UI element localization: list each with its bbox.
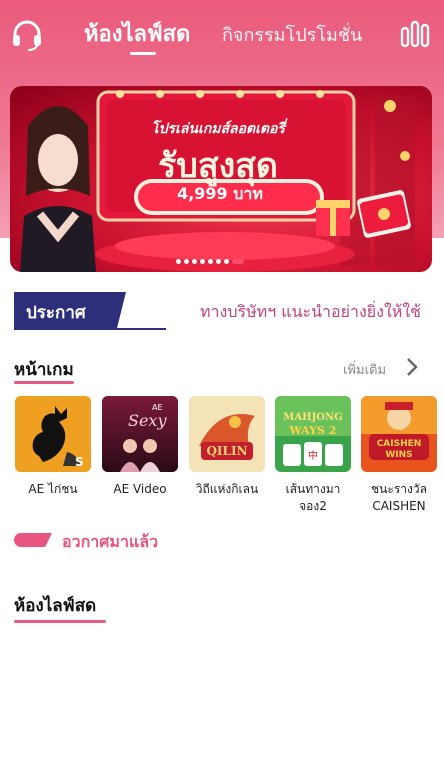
carousel-dots[interactable] xyxy=(176,259,244,267)
game-name: AE ไก่ชน xyxy=(28,482,78,496)
announcement-tag: ประกาศ xyxy=(14,292,126,328)
expired-section-title[interactable]: อวกาศมาแล้ว xyxy=(62,530,158,555)
svg-text:MAHJONG: MAHJONG xyxy=(283,412,342,423)
svg-text:中: 中 xyxy=(308,449,318,462)
game-name: AE Video xyxy=(113,482,167,496)
chevron-right-icon[interactable] xyxy=(404,356,420,378)
games-section-title: หน้าเกม xyxy=(14,360,74,380)
svg-text:WINS: WINS xyxy=(385,450,412,460)
banner-amount: 4,999 บาท xyxy=(177,184,263,203)
svg-text:CAISHEN: CAISHEN xyxy=(377,439,422,449)
banner-subtitle: โปรเล่นเกมส์ลอตเตอรี่ xyxy=(151,121,285,137)
games-title-underline xyxy=(14,381,74,384)
top-bar: ห้องไลฟ์สด กิจกรรมโปรโมชั่น xyxy=(0,0,444,68)
mahjong-ways2-icon[interactable]: MAHJONG WAYS 2 中 xyxy=(275,396,351,472)
rooster-icon[interactable]: S xyxy=(15,396,91,472)
svg-text:AE: AE xyxy=(152,403,163,412)
game-name: วิถีแห่งกิเลน xyxy=(195,482,259,496)
game-tile[interactable]: S AE ไก่ชน xyxy=(15,396,91,498)
announcement-marquee[interactable]: ทางบริษัทฯ แนะนำอย่างยิ่งให้ใช้ xyxy=(200,300,421,325)
svg-text:Sexy: Sexy xyxy=(128,411,167,430)
game-tile[interactable]: Sexy AE AE Video xyxy=(102,396,178,498)
carousel-dot[interactable] xyxy=(176,259,181,264)
live-rooms-underline xyxy=(14,620,106,623)
carousel-dot[interactable] xyxy=(184,259,189,264)
ae-sexy-icon[interactable]: Sexy AE xyxy=(102,396,178,472)
expired-section-marker xyxy=(14,533,52,547)
active-tab-indicator xyxy=(130,52,156,55)
ranking-bars-icon[interactable] xyxy=(400,20,430,48)
carousel-dot[interactable] xyxy=(208,259,213,264)
game-tile[interactable]: MAHJONG WAYS 2 中 เส้นทางมาจอง2 xyxy=(275,396,351,515)
tab-promotions[interactable]: กิจกรรมโปรโมชั่น xyxy=(222,20,362,49)
game-name: เส้นทางมาจอง2 xyxy=(285,482,341,513)
svg-text:QILIN: QILIN xyxy=(206,444,247,458)
caishen-wins-icon[interactable]: CAISHEN WINS xyxy=(361,396,437,472)
carousel-dot[interactable] xyxy=(224,259,229,264)
svg-text:WAYS 2: WAYS 2 xyxy=(289,424,337,437)
game-tile[interactable]: QILIN วิถีแห่งกิเลน xyxy=(189,396,265,498)
headset-support-icon[interactable] xyxy=(10,18,44,52)
carousel-dot-active[interactable] xyxy=(232,259,244,264)
game-tile[interactable]: CAISHEN WINS ชนะรางวัล CAISHEN xyxy=(361,396,437,515)
game-name: ชนะรางวัล CAISHEN xyxy=(371,482,427,513)
tab-live-rooms[interactable]: ห้องไลฟ์สด xyxy=(84,16,190,51)
carousel-dot[interactable] xyxy=(216,259,221,264)
carousel-dot[interactable] xyxy=(192,259,197,264)
carousel-dot[interactable] xyxy=(200,259,205,264)
svg-text:S: S xyxy=(75,455,84,469)
more-games-link[interactable]: เพิ่มเติม xyxy=(343,359,386,380)
live-rooms-title: ห้องไลฟ์สด xyxy=(14,596,97,616)
announcement-underline xyxy=(14,328,166,330)
ways-qilin-icon[interactable]: QILIN xyxy=(189,396,265,472)
